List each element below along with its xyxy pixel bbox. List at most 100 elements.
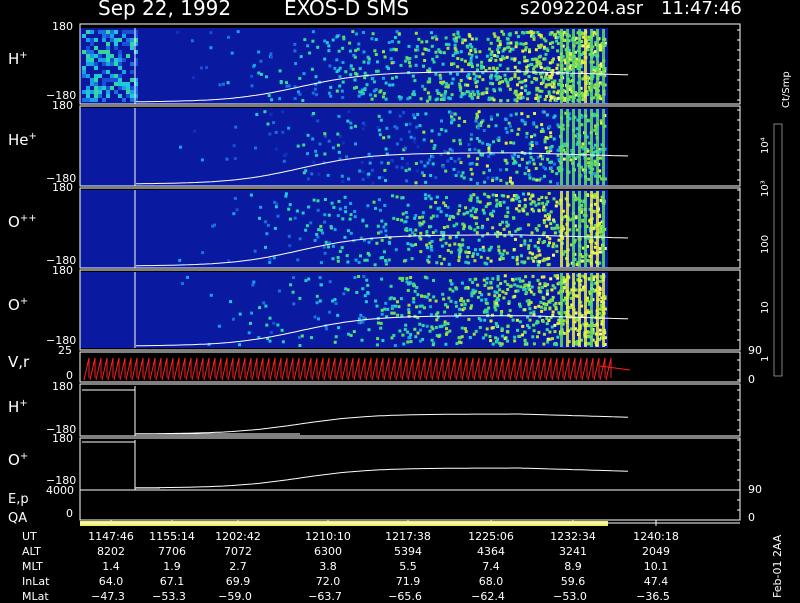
spectrogram-cell bbox=[509, 41, 513, 45]
spectrogram-background bbox=[80, 190, 608, 268]
spectrogram-stripe bbox=[560, 273, 563, 347]
spectrogram-cell bbox=[471, 90, 475, 94]
spectrogram-cell bbox=[516, 93, 520, 97]
spectrogram-cell bbox=[126, 38, 130, 42]
spectrogram-cell bbox=[98, 86, 102, 90]
spectrogram-cell bbox=[468, 162, 472, 166]
vr-ramp bbox=[371, 357, 378, 381]
panel-frame bbox=[79, 383, 741, 437]
spectrogram-cell bbox=[232, 144, 236, 148]
spectrogram-cell bbox=[548, 125, 552, 128]
spectrogram-cell bbox=[344, 210, 348, 214]
spectrogram-cell bbox=[264, 304, 268, 308]
spectrogram-cell bbox=[543, 67, 547, 71]
ephemeris-cell: 1147:46 bbox=[88, 530, 134, 543]
spectrogram-cell bbox=[431, 327, 435, 331]
spectrogram-cell bbox=[315, 301, 319, 305]
spectrogram-cell bbox=[354, 72, 358, 76]
spectrogram-cell bbox=[476, 295, 480, 299]
spectrogram-cell bbox=[346, 119, 350, 123]
spectrogram-cell bbox=[258, 216, 261, 220]
spectrogram-cell bbox=[396, 218, 400, 221]
spectrogram-cell bbox=[235, 208, 239, 212]
spectrogram-cell bbox=[389, 284, 393, 288]
spectrogram-cell bbox=[537, 197, 541, 201]
spectrogram-cell bbox=[126, 54, 130, 58]
spectrogram-cell bbox=[386, 161, 390, 165]
spectrogram-cell bbox=[457, 124, 461, 128]
spectrogram-cell bbox=[446, 225, 450, 229]
spectrogram-cell bbox=[529, 311, 533, 315]
spectrogram-cell bbox=[434, 98, 438, 102]
spectrogram-cell bbox=[505, 168, 509, 172]
spectrogram-cell bbox=[521, 333, 524, 337]
spectrogram-cell bbox=[541, 81, 545, 85]
spectrogram-cell bbox=[404, 123, 408, 127]
spectrogram-cell bbox=[499, 57, 503, 61]
spectrogram-cell bbox=[446, 249, 450, 252]
spectrogram-cell bbox=[344, 205, 347, 209]
vr-ramp bbox=[245, 357, 252, 381]
spectrogram-cell bbox=[552, 197, 556, 201]
vr-ramp bbox=[197, 357, 204, 381]
spectrogram-cell bbox=[456, 170, 460, 174]
spectrogram-cell bbox=[454, 235, 458, 239]
spectrogram-cell bbox=[454, 174, 458, 177]
spectrogram-cell bbox=[474, 81, 478, 85]
spectrogram-cell bbox=[382, 92, 386, 95]
spectrogram-cell bbox=[381, 95, 385, 99]
spectrogram-cell bbox=[287, 126, 291, 130]
spectrogram-cell bbox=[527, 169, 531, 173]
spectrogram-cell bbox=[343, 195, 347, 199]
spectrogram-cell bbox=[118, 66, 122, 70]
spectrogram-cell bbox=[382, 250, 386, 254]
spectrogram-cell bbox=[408, 122, 412, 126]
spectrogram-cell bbox=[496, 36, 500, 40]
spectrogram-cell bbox=[569, 158, 573, 162]
spectrogram-cell bbox=[423, 87, 427, 91]
spectrogram-cell bbox=[508, 87, 512, 91]
spectrogram-cell bbox=[388, 297, 392, 301]
spectrogram-cell bbox=[404, 323, 408, 327]
spectrogram-cell bbox=[500, 310, 504, 313]
spectrogram-cell bbox=[122, 86, 126, 90]
spectrogram-cell bbox=[540, 75, 544, 79]
spectrogram-cell bbox=[379, 321, 383, 325]
spectrogram-cell bbox=[487, 286, 491, 290]
spectrogram-cell bbox=[575, 57, 579, 61]
spectrogram-cell bbox=[249, 321, 252, 325]
spectrogram-stripe bbox=[590, 109, 593, 185]
spectrogram-cell bbox=[110, 78, 114, 82]
spectrogram-cell bbox=[276, 323, 280, 327]
spectrogram-cell bbox=[468, 278, 472, 282]
spectrogram-cell bbox=[581, 32, 585, 36]
spectrogram-stripe bbox=[602, 109, 605, 185]
spectrogram-cell bbox=[542, 221, 546, 225]
spectrogram-cell bbox=[118, 54, 122, 58]
spectrogram-cell bbox=[337, 68, 341, 72]
spectrogram-cell bbox=[450, 117, 454, 121]
vr-ramp bbox=[179, 357, 186, 381]
spectrogram-cell bbox=[315, 294, 319, 298]
spectrogram-cell bbox=[405, 56, 409, 60]
spectrogram-cell bbox=[526, 256, 530, 260]
spectrogram-cell bbox=[524, 78, 528, 82]
spectrogram-cell bbox=[418, 304, 422, 308]
spectrogram-stripe bbox=[596, 273, 599, 347]
spectrogram-cell bbox=[581, 98, 585, 102]
spectrogram-cell bbox=[394, 75, 398, 79]
spectrogram-cell bbox=[537, 237, 541, 241]
spectrogram-cell bbox=[525, 299, 529, 303]
colorbar-unit: Ct/Smp bbox=[781, 71, 792, 108]
spectrogram-cell bbox=[431, 343, 435, 347]
spectrogram-cell bbox=[313, 87, 317, 91]
spectrogram-cell bbox=[452, 167, 456, 171]
spectrogram-cell bbox=[354, 124, 357, 128]
spectrogram-cell bbox=[433, 144, 437, 147]
spectrogram-cell bbox=[489, 259, 493, 263]
spectrogram-cell bbox=[438, 325, 442, 329]
spectrogram-cell bbox=[318, 299, 322, 303]
spectrogram-cell bbox=[481, 153, 485, 157]
spectrogram-cell bbox=[423, 59, 427, 62]
spectrogram-cell bbox=[257, 50, 261, 54]
